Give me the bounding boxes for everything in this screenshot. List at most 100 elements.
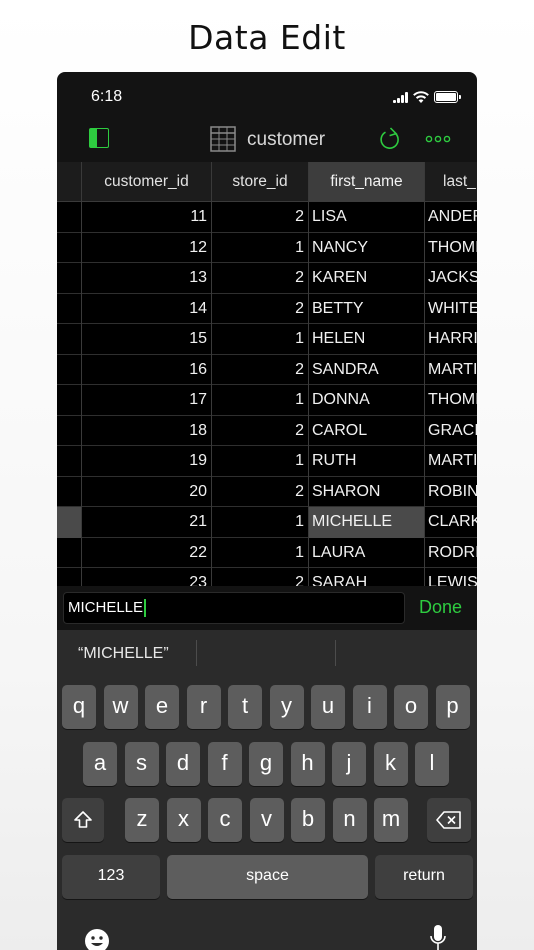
table-row[interactable]: 19 1 RUTH MARTI xyxy=(57,446,477,477)
table-cell[interactable]: 1 xyxy=(212,232,309,263)
table-cell[interactable]: 1 xyxy=(212,385,309,416)
key-letter[interactable]: e xyxy=(145,685,179,729)
key-letter[interactable]: l xyxy=(415,742,449,786)
table-cell[interactable]: 16 xyxy=(82,354,212,385)
row-gutter[interactable] xyxy=(57,568,82,586)
table-cell[interactable]: 19 xyxy=(82,446,212,477)
key-letter[interactable]: w xyxy=(103,685,138,729)
table-cell[interactable]: BETTY xyxy=(309,293,425,324)
numbers-key[interactable]: 123 xyxy=(62,855,160,899)
table-cell[interactable]: SANDRA xyxy=(309,354,425,385)
table-row[interactable]: 22 1 LAURA RODRI xyxy=(57,537,477,569)
table-cell[interactable]: 1 xyxy=(212,537,309,568)
table-cell[interactable]: 20 xyxy=(82,476,212,507)
key-letter[interactable]: u xyxy=(311,685,345,729)
table-cell[interactable]: HARRI xyxy=(425,324,477,355)
key-letter[interactable]: c xyxy=(208,798,242,842)
row-gutter[interactable] xyxy=(57,385,82,416)
row-gutter[interactable] xyxy=(57,293,82,324)
table-cell[interactable]: 14 xyxy=(82,293,212,324)
space-key[interactable]: space xyxy=(167,855,368,899)
table-row[interactable]: 23 2 SARAH LEWIS xyxy=(57,568,477,586)
row-gutter[interactable] xyxy=(57,415,82,446)
table-cell[interactable]: 2 xyxy=(212,293,309,324)
key-letter[interactable]: j xyxy=(332,742,366,786)
key-letter[interactable]: i xyxy=(352,685,387,729)
table-cell[interactable]: MARTI xyxy=(425,446,477,477)
table-row[interactable]: 17 1 DONNA THOMI xyxy=(57,385,477,416)
table-cell[interactable]: LEWIS xyxy=(425,568,477,586)
key-letter[interactable]: z xyxy=(125,798,159,842)
table-cell[interactable]: 12 xyxy=(82,232,212,263)
key-letter[interactable]: v xyxy=(249,798,284,842)
row-gutter[interactable] xyxy=(57,537,82,568)
table-cell[interactable]: JACKS xyxy=(425,263,477,294)
refresh-icon[interactable] xyxy=(378,126,402,152)
key-letter[interactable]: k xyxy=(373,742,408,786)
shift-key[interactable] xyxy=(62,798,104,842)
table-row[interactable]: 15 1 HELEN HARRI xyxy=(57,324,477,355)
key-letter[interactable]: m xyxy=(374,798,408,842)
table-row[interactable]: 112LISAANDER xyxy=(57,202,477,233)
table-row[interactable]: 16 2 SANDRA MARTI xyxy=(57,354,477,386)
table-cell[interactable]: WHITE xyxy=(425,294,477,325)
table-cell[interactable]: 2 xyxy=(212,263,309,294)
table-cell[interactable]: 23 xyxy=(82,568,212,586)
row-gutter[interactable] xyxy=(57,232,82,263)
table-row[interactable]: 21 1 MICHELLE CLARK xyxy=(57,507,477,538)
table-cell[interactable]: LISA xyxy=(309,202,425,233)
table-cell[interactable]: 1 xyxy=(212,324,309,355)
table-cell[interactable]: LAURA xyxy=(309,537,425,568)
return-key[interactable]: return xyxy=(375,855,473,899)
table-cell[interactable]: 2 xyxy=(212,354,309,385)
row-gutter[interactable] xyxy=(57,263,82,294)
key-letter[interactable]: f xyxy=(207,742,242,786)
key-letter[interactable]: x xyxy=(166,798,201,842)
table-cell[interactable]: RUTH xyxy=(309,446,425,477)
table-cell[interactable]: 13 xyxy=(82,263,212,294)
row-gutter[interactable] xyxy=(57,202,82,233)
table-cell[interactable]: 17 xyxy=(82,385,212,416)
row-gutter[interactable] xyxy=(57,446,82,477)
table-cell[interactable]: NANCY xyxy=(309,232,425,263)
table-cell[interactable]: THOMI xyxy=(425,385,477,416)
row-gutter[interactable] xyxy=(57,507,82,538)
table-cell[interactable]: 21 xyxy=(82,507,212,538)
table-cell[interactable]: 1 xyxy=(212,507,309,538)
column-header[interactable]: customer_id xyxy=(82,162,212,202)
key-letter[interactable]: r xyxy=(186,685,221,729)
key-letter[interactable]: t xyxy=(228,685,262,729)
table-cell[interactable]: 2 xyxy=(212,202,309,233)
suggestion-item[interactable]: “MICHELLE” xyxy=(78,645,169,663)
table-row[interactable]: 13 2 KAREN JACKS xyxy=(57,263,477,294)
row-gutter[interactable] xyxy=(57,354,82,385)
table-cell[interactable]: 15 xyxy=(82,324,212,355)
key-letter[interactable]: s xyxy=(124,742,159,786)
column-header[interactable]: last_ xyxy=(425,162,477,202)
table-cell[interactable]: 1 xyxy=(212,446,309,477)
table-cell[interactable]: THOMI xyxy=(425,233,477,264)
key-letter[interactable]: g xyxy=(249,742,283,786)
table-cell[interactable]: GRACI xyxy=(425,416,477,447)
table-row[interactable]: 18 2 CAROL GRACI xyxy=(57,415,477,447)
table-cell[interactable]: KAREN xyxy=(309,263,425,294)
key-letter[interactable]: o xyxy=(394,685,428,729)
key-letter[interactable]: a xyxy=(83,742,117,786)
key-letter[interactable]: b xyxy=(291,798,325,842)
table-cell[interactable]: 18 xyxy=(82,415,212,446)
key-letter[interactable]: y xyxy=(269,685,304,729)
table-cell[interactable]: MICHELLE xyxy=(309,507,425,538)
backspace-key[interactable] xyxy=(427,798,471,842)
table-cell[interactable]: MARTI xyxy=(425,355,477,386)
table-cell[interactable]: 22 xyxy=(82,537,212,568)
microphone-icon[interactable] xyxy=(428,924,448,950)
sidebar-toggle-icon[interactable] xyxy=(89,128,109,148)
key-letter[interactable]: d xyxy=(166,742,200,786)
table-row[interactable]: 20 2 SHARON ROBIN xyxy=(57,476,477,508)
table-cell[interactable]: ROBIN xyxy=(425,477,477,508)
key-letter[interactable]: h xyxy=(290,742,325,786)
column-header[interactable]: store_id xyxy=(212,162,309,202)
cell-edit-input[interactable]: MICHELLE xyxy=(63,592,405,624)
table-cell[interactable]: RODRI xyxy=(425,538,477,569)
table-cell[interactable]: DONNA xyxy=(309,385,425,416)
